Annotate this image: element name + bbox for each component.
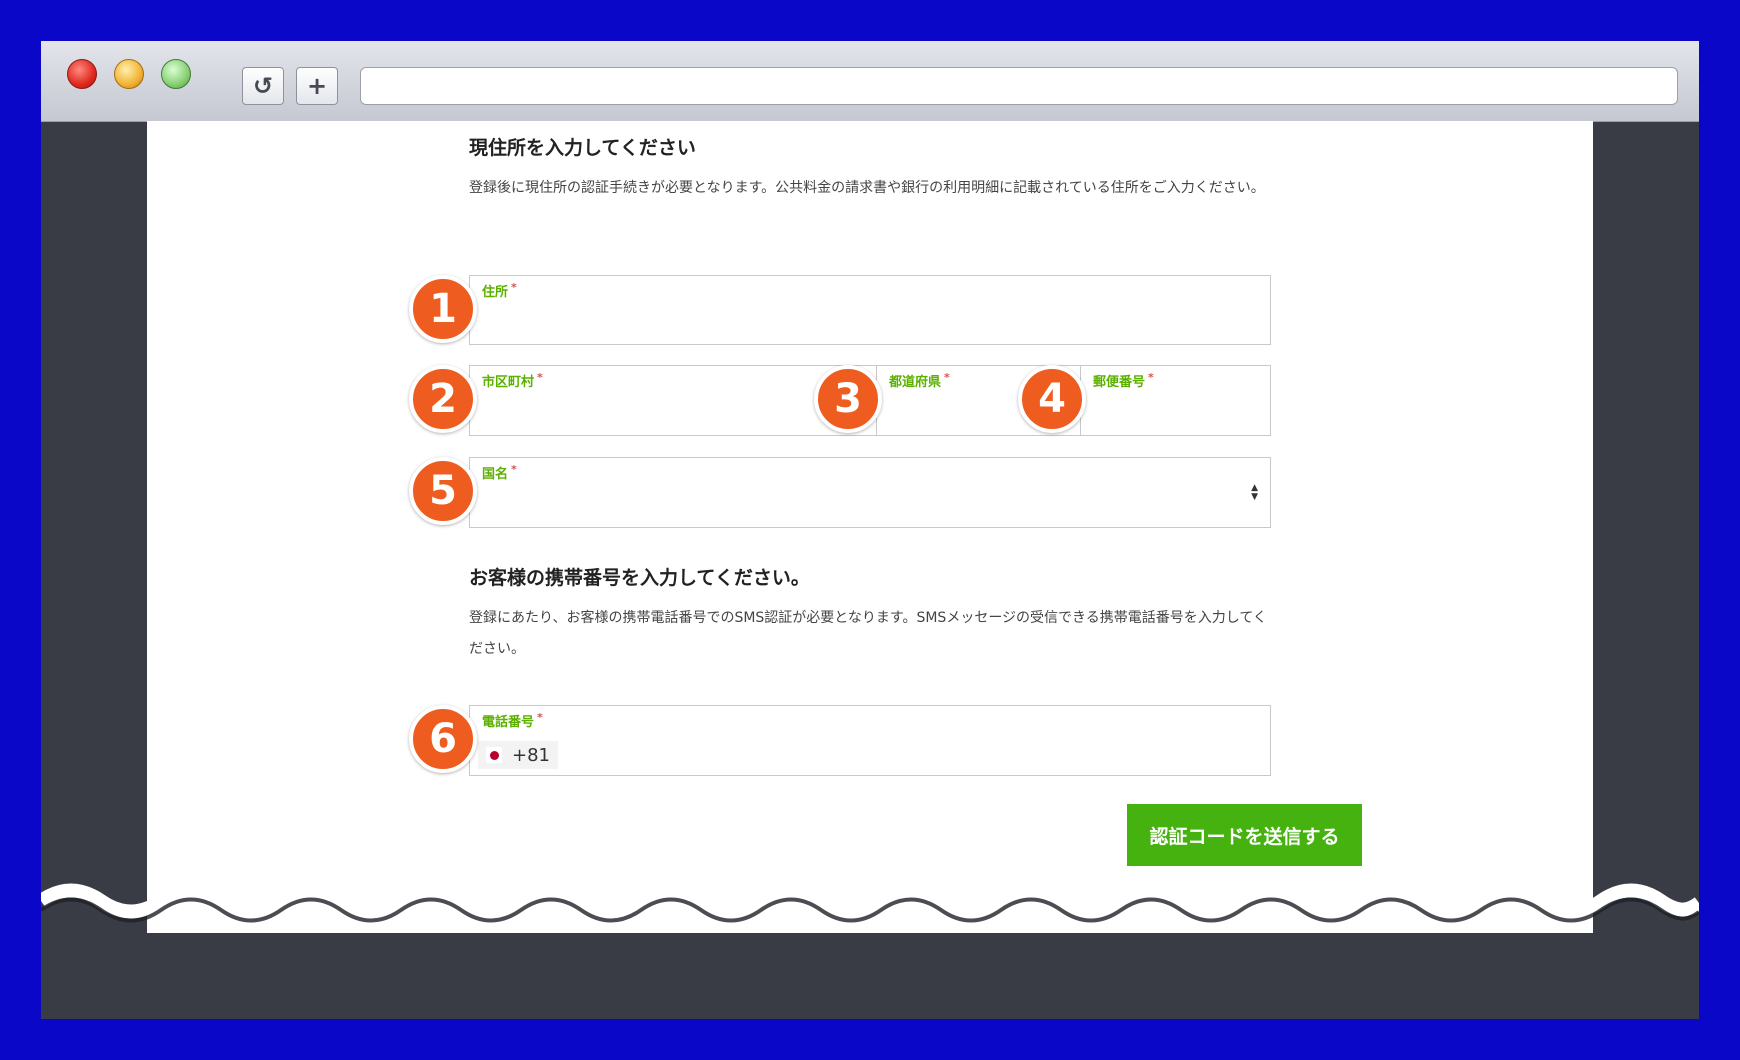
- page-content: 現住所を入力してください 登録後に現住所の認証手続きが必要となります。公共料金の…: [147, 121, 1593, 933]
- reload-icon[interactable]: ↺: [242, 67, 284, 105]
- postal-code-input[interactable]: [1093, 407, 1258, 429]
- phone-section-description: 登録にあたり、お客様の携帯電話番号でのSMS認証が必要となります。SMSメッセー…: [469, 610, 1267, 657]
- city-input[interactable]: [482, 407, 864, 429]
- country-code-selector[interactable]: +81: [478, 741, 558, 769]
- prefecture-label: 都道府県 *: [889, 371, 950, 390]
- step-badge-2: 2: [409, 365, 477, 433]
- city-label: 市区町村 *: [482, 371, 543, 390]
- address-field[interactable]: 住所 *: [469, 275, 1271, 345]
- select-arrows-icon: ▲ ▼: [1251, 483, 1258, 502]
- country-code: +81: [512, 744, 550, 766]
- phone-field[interactable]: 電話番号 * +81: [469, 705, 1271, 776]
- step-badge-4: 4: [1018, 365, 1086, 433]
- step-badge-1: 1: [409, 275, 477, 343]
- address-input[interactable]: [482, 316, 1258, 338]
- step-badge-3: 3: [814, 365, 882, 433]
- maximize-window-button[interactable]: [161, 59, 191, 89]
- browser-window: ↺ + 現住所を入力してください 登録後に現住所の認証手続きが必要となります。公…: [41, 41, 1699, 1019]
- address-section-title: 現住所を入力してください: [469, 137, 696, 159]
- country-select[interactable]: 国名 * ▲ ▼: [469, 457, 1271, 528]
- close-window-button[interactable]: [67, 59, 97, 89]
- phone-label: 電話番号 *: [482, 711, 543, 730]
- step-badge-5: 5: [409, 457, 477, 525]
- address-section-description: 登録後に現住所の認証手続きが必要となります。公共料金の請求書や銀行の利用明細に記…: [469, 180, 1265, 196]
- country-selected-value: [482, 499, 1258, 521]
- address-bar[interactable]: [360, 67, 1678, 105]
- address-label: 住所 *: [482, 281, 517, 300]
- postal-code-field[interactable]: 郵便番号 *: [1080, 365, 1271, 436]
- send-verification-code-button[interactable]: 認証コードを送信する: [1127, 804, 1362, 866]
- new-tab-icon[interactable]: +: [296, 67, 338, 105]
- browser-toolbar: ↺ +: [41, 41, 1699, 122]
- phone-section-title: お客様の携帯番号を入力してください。: [469, 567, 810, 589]
- step-badge-6: 6: [409, 705, 477, 773]
- country-label: 国名 *: [482, 463, 517, 482]
- torn-edge-divider: [41, 883, 1699, 923]
- japan-flag-icon: [486, 747, 502, 763]
- postal-code-label: 郵便番号 *: [1093, 371, 1154, 390]
- minimize-window-button[interactable]: [114, 59, 144, 89]
